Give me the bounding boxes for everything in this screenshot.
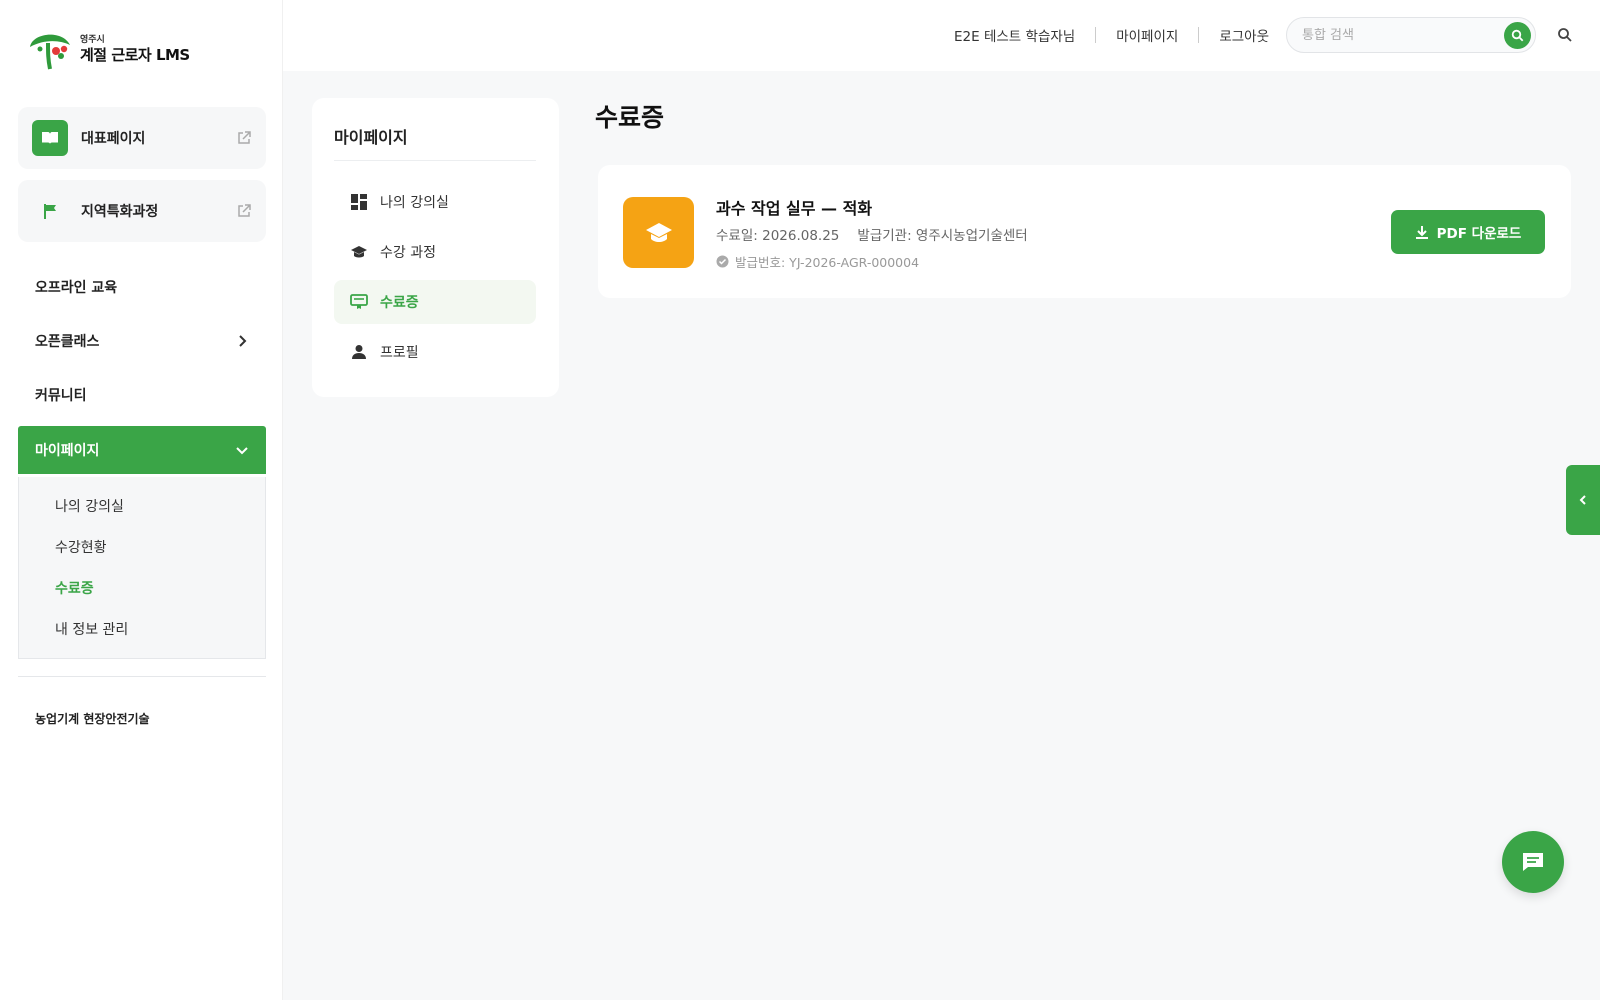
nav-label: 오픈클래스 [35,334,100,350]
chevron-right-icon [235,334,249,348]
pdf-download-button[interactable]: PDF 다운로드 [1391,210,1545,254]
certificate-icon [350,293,368,311]
subnav-label: 수료증 [380,295,419,311]
subnav-label: 나의 강의실 [380,195,449,211]
quick-link-regional-course[interactable]: 지역특화과정 [18,180,266,242]
nav-mypage[interactable]: 마이페이지 [18,426,266,474]
sidebar-footer-course[interactable]: 농업기계 현장안전기술 [35,710,150,727]
mypage-submenu: 나의 강의실 수강현황 수료증 내 정보 관리 [18,477,266,659]
graduation-cap-icon [350,243,368,261]
search-icon [1511,29,1524,42]
external-link-icon [236,130,252,146]
search-submit-button[interactable] [1504,22,1531,49]
subnav-label: 프로필 [380,345,419,361]
graduation-cap-icon [623,197,694,268]
flag-icon [32,193,68,229]
sidebar: 영주시 계절 근로자 LMS 대표페이지 지역특화과정 오프라인 교육 오픈클래… [0,0,283,1000]
side-panel-toggle[interactable] [1566,465,1600,535]
nav-label: 오프라인 교육 [35,280,118,296]
certificate-card: 과수 작업 실무 — 적화 수료일: 2026.08.25 발급기관: 영주시농… [598,165,1571,298]
header-mypage-link[interactable]: 마이페이지 [1116,25,1178,45]
header-separator [1095,27,1097,43]
brand-name: 계절 근로자 LMS [80,45,190,64]
pdf-download-label: PDF 다운로드 [1436,226,1522,242]
verified-check-icon [716,255,729,268]
chevron-down-icon [235,443,249,457]
logout-link[interactable]: 로그아웃 [1219,25,1269,45]
header-separator [1198,27,1200,43]
subnav-title: 마이페이지 [334,128,408,147]
mypage-subnav-panel: 마이페이지 나의 강의실 수강 과정 수료증 프로필 [312,98,559,397]
nav-open-class[interactable]: 오픈클래스 [18,317,266,365]
user-greeting: E2E 테스트 학습자님 [954,29,1076,45]
sidebar-divider [18,676,266,677]
quick-link-label: 대표페이지 [81,131,146,147]
page-title: 수료증 [595,103,665,132]
subnav-certificate[interactable]: 수료증 [334,280,536,324]
chevron-left-icon [1579,495,1586,505]
download-icon [1415,225,1428,239]
nav-label: 커뮤니티 [35,388,87,404]
brand-city: 영주시 [80,34,105,45]
nav-offline-education[interactable]: 오프라인 교육 [18,263,266,311]
logo-tree-icon [26,27,74,71]
nav-community[interactable]: 커뮤니티 [18,371,266,419]
certificate-number: 발급번호: YJ-2026-AGR-000004 [735,255,920,270]
certificate-course-title: 과수 작업 실무 — 적화 [716,199,873,218]
certificate-completion-date: 수료일: 2026.08.25 [716,228,840,244]
subnav-courses[interactable]: 수강 과정 [334,230,536,274]
submenu-enrollment-status[interactable]: 수강현황 [55,537,107,557]
search-input[interactable] [1302,27,1492,43]
quick-link-label: 지역특화과정 [81,204,159,220]
chat-button[interactable] [1502,831,1564,893]
chat-icon [1523,853,1543,871]
submenu-certificate[interactable]: 수료증 [55,578,94,598]
brand-logo[interactable]: 영주시 계절 근로자 LMS [26,27,190,71]
submenu-my-info[interactable]: 내 정보 관리 [55,619,128,639]
subnav-label: 수강 과정 [380,245,436,261]
search-icon[interactable] [1556,26,1574,44]
external-link-icon [236,203,252,219]
book-icon [32,120,68,156]
top-header: E2E 테스트 학습자님 마이페이지 로그아웃 [283,0,1600,71]
global-search-box [1286,17,1536,53]
certificate-issuer: 발급기관: 영주시농업기술센터 [857,228,1028,244]
quick-link-main-page[interactable]: 대표페이지 [18,107,266,169]
subnav-my-classroom[interactable]: 나의 강의실 [334,180,536,224]
subnav-divider [334,160,536,161]
subnav-profile[interactable]: 프로필 [334,330,536,374]
submenu-my-classroom[interactable]: 나의 강의실 [55,496,124,516]
person-icon [350,343,368,361]
nav-label: 마이페이지 [35,443,100,459]
dashboard-icon [350,193,368,211]
